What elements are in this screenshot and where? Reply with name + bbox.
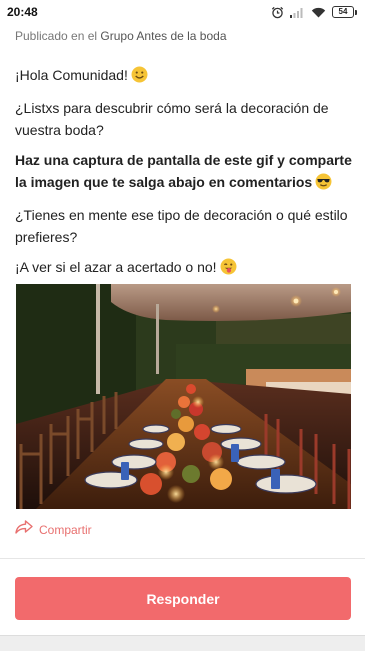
group-link[interactable]: Grupo Antes de la boda (100, 29, 226, 43)
status-bar: 20:48 54 (0, 0, 365, 24)
post-paragraph: ¡A ver si el azar a acertado o no! (15, 256, 355, 281)
share-arrow-icon (15, 520, 33, 539)
post-paragraph: ¡Hola Comunidad! (15, 64, 355, 89)
smiling-face-icon (131, 66, 148, 89)
wifi-icon (311, 7, 326, 18)
share-label: Compartir (39, 522, 92, 537)
battery-icon: 54 (332, 6, 357, 18)
published-prefix: Publicado en el (15, 29, 98, 43)
share-button[interactable]: Compartir (15, 520, 92, 539)
alarm-icon (271, 6, 284, 19)
wedding-table-decoration-photo (16, 284, 351, 509)
post-image[interactable] (16, 284, 351, 509)
reply-button[interactable]: Responder (15, 577, 351, 620)
status-icons: 54 (271, 6, 357, 19)
published-in-line: Publicado en el Grupo Antes de la boda (15, 29, 227, 43)
divider (0, 558, 365, 559)
post-body: ¡Hola Comunidad! ¿Listxs para descubrir … (15, 64, 355, 289)
status-time: 20:48 (7, 5, 38, 19)
battery-level: 54 (332, 6, 354, 18)
signal-icon (290, 7, 305, 18)
tongue-wink-face-icon (220, 258, 237, 281)
sunglasses-face-icon (315, 173, 332, 196)
post-paragraph: ¿Listxs para descubrir cómo será la deco… (15, 100, 329, 138)
bottom-strip (0, 635, 365, 651)
post-paragraph-bold: Haz una captura de pantalla de este gif … (15, 149, 355, 196)
post-paragraph: ¿Tienes en mente ese tipo de decoración … (15, 207, 348, 245)
